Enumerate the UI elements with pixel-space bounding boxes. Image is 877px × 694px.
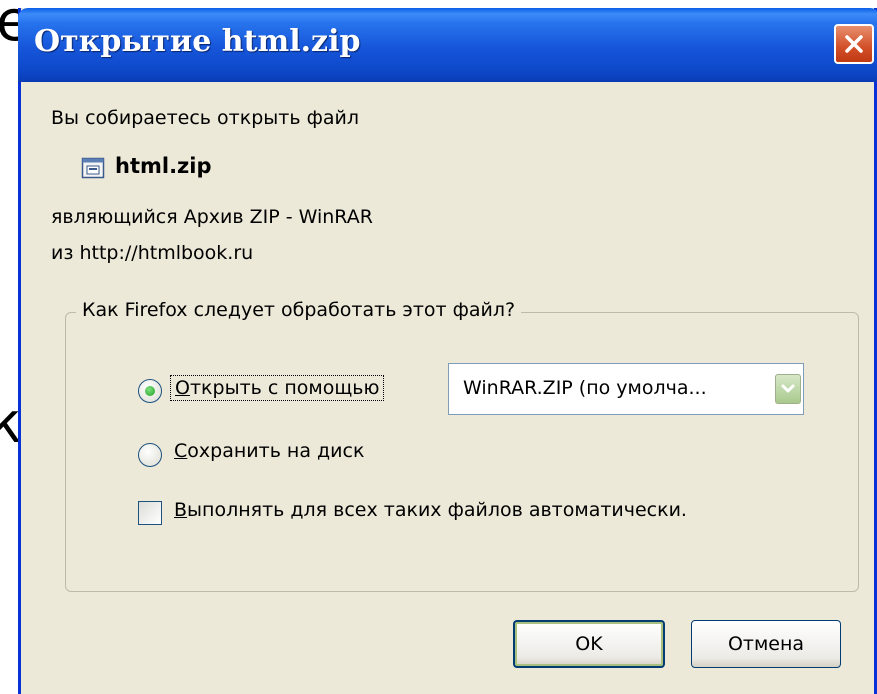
chevron-down-icon [781, 384, 795, 393]
download-dialog: Открытие html.zip Вы собираетесь открыть… [18, 8, 877, 694]
save-to-disk-label[interactable]: Сохранить на диск [174, 440, 364, 462]
dialog-body: Вы собираетесь открыть файл html.zip явл… [21, 82, 874, 694]
file-name: html.zip [115, 154, 212, 178]
radio-selected-dot [145, 386, 155, 396]
select-dropdown-button[interactable] [775, 374, 801, 404]
close-button[interactable] [834, 24, 874, 64]
save-to-disk-radio[interactable] [138, 443, 162, 467]
open-with-radio[interactable] [138, 379, 162, 403]
application-select-value: WinRAR.ZIP (по умолча... [463, 377, 707, 399]
close-icon [845, 35, 863, 53]
auto-action-checkbox[interactable] [138, 501, 162, 525]
title-bar[interactable]: Открытие html.zip [18, 8, 877, 82]
groupbox-legend: Как Firefox следует обработать этот файл… [76, 299, 522, 321]
open-with-label[interactable]: Открыть с помощью [170, 375, 385, 401]
ok-button[interactable]: OK [513, 620, 665, 668]
action-groupbox: Как Firefox следует обработать этот файл… [65, 299, 859, 592]
intro-label: Вы собираетесь открыть файл [51, 107, 359, 129]
dialog-title: Открытие html.zip [34, 24, 361, 59]
auto-action-label[interactable]: Выполнять для всех таких файлов автомати… [174, 499, 687, 521]
application-select[interactable]: WinRAR.ZIP (по умолча... [448, 363, 804, 415]
auto-action-label-text: ыполнять для всех таких файлов автоматич… [187, 499, 687, 521]
file-source-label: из http://htmlbook.ru [51, 242, 254, 264]
open-with-label-text: ткрыть с помощью [189, 377, 380, 399]
open-with-accel: О [175, 377, 190, 399]
cancel-button[interactable]: Отмена [691, 620, 841, 668]
save-to-disk-accel: С [174, 440, 188, 462]
save-to-disk-label-text: охранить на диск [187, 440, 365, 462]
file-type-label: являющийся Архив ZIP - WinRAR [51, 206, 373, 228]
auto-action-accel: В [174, 499, 188, 521]
winrar-archive-icon [81, 157, 105, 179]
